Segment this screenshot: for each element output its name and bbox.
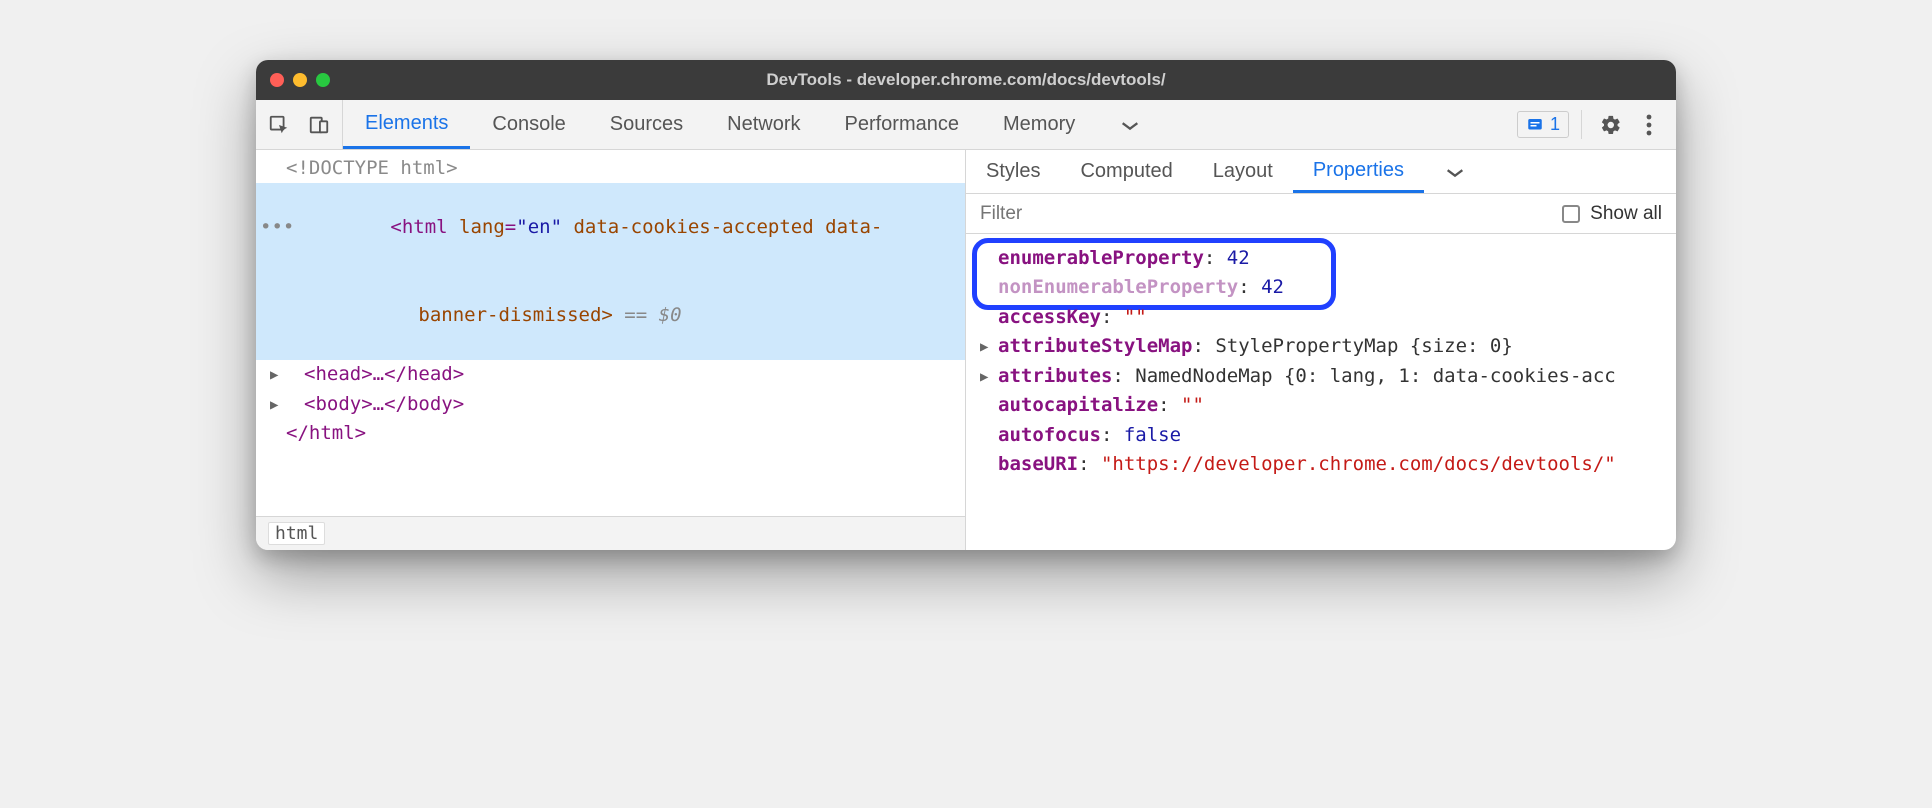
zoom-window-button[interactable] xyxy=(316,73,330,87)
minimize-window-button[interactable] xyxy=(293,73,307,87)
property-name: baseURI xyxy=(998,453,1078,475)
subtab-layout[interactable]: Layout xyxy=(1193,150,1293,193)
tab-memory[interactable]: Memory xyxy=(981,100,1097,149)
tab-network[interactable]: Network xyxy=(705,100,822,149)
property-name: attributes xyxy=(998,365,1112,387)
property-name: nonEnumerableProperty xyxy=(998,276,1238,298)
tab-elements[interactable]: Elements xyxy=(343,100,470,149)
subtab-styles[interactable]: Styles xyxy=(966,150,1060,193)
titlebar: DevTools - developer.chrome.com/docs/dev… xyxy=(256,60,1676,100)
property-name: accessKey xyxy=(998,306,1101,328)
breadcrumb: html xyxy=(256,516,965,550)
property-name: autofocus xyxy=(998,424,1101,446)
property-name: attributeStyleMap xyxy=(998,335,1192,357)
breadcrumb-html[interactable]: html xyxy=(268,522,325,545)
side-panel: Styles Computed Layout Properties Show a… xyxy=(966,150,1676,550)
property-value: StylePropertyMap {size: 0} xyxy=(1215,335,1512,357)
dom-html-open[interactable]: •••<html lang="en" data-cookies-accepted… xyxy=(256,183,965,271)
property-value: "" xyxy=(1181,394,1204,416)
show-all-checkbox[interactable] xyxy=(1562,205,1580,223)
property-value: 42 xyxy=(1261,276,1284,298)
property-name: autocapitalize xyxy=(998,394,1158,416)
subtab-properties[interactable]: Properties xyxy=(1293,150,1424,193)
elements-panel: <!DOCTYPE html> •••<html lang="en" data-… xyxy=(256,150,966,550)
issues-badge[interactable]: 1 xyxy=(1517,111,1569,138)
expand-arrow-icon[interactable]: ▶ xyxy=(270,395,278,417)
property-value: 42 xyxy=(1227,247,1250,269)
property-row[interactable]: baseURI: "https://developer.chrome.com/d… xyxy=(980,450,1676,479)
property-value: NamedNodeMap {0: lang, 1: data-cookies-a… xyxy=(1135,365,1615,387)
expand-arrow-icon[interactable]: ▶ xyxy=(980,337,988,359)
dom-head[interactable]: ▶<head>…</head> xyxy=(256,360,965,389)
property-value: "https://developer.chrome.com/docs/devto… xyxy=(1101,453,1616,475)
dom-doctype[interactable]: <!DOCTYPE html> xyxy=(256,154,965,183)
dom-html-open-cont[interactable]: banner-dismissed> == $0 xyxy=(256,272,965,360)
colon: : xyxy=(1158,394,1181,416)
devtools-window: DevTools - developer.chrome.com/docs/dev… xyxy=(256,60,1676,550)
side-panel-tabs: Styles Computed Layout Properties xyxy=(966,150,1676,194)
tabs-overflow-icon[interactable] xyxy=(1097,100,1163,149)
tab-performance[interactable]: Performance xyxy=(823,100,982,149)
device-toolbar-icon[interactable] xyxy=(302,100,336,149)
panel-tabs: Elements Console Sources Network Perform… xyxy=(343,100,1163,149)
property-value: "" xyxy=(1124,306,1147,328)
dom-tree[interactable]: <!DOCTYPE html> •••<html lang="en" data-… xyxy=(256,150,965,516)
property-row[interactable]: ▶ attributes: NamedNodeMap {0: lang, 1: d… xyxy=(980,362,1676,391)
colon: : xyxy=(1078,453,1101,475)
filter-row: Show all xyxy=(966,194,1676,234)
properties-list[interactable]: enumerableProperty: 42nonEnumerablePrope… xyxy=(966,234,1676,550)
colon: : xyxy=(1204,247,1227,269)
inspect-element-icon[interactable] xyxy=(262,100,296,149)
tab-console[interactable]: Console xyxy=(470,100,587,149)
colon: : xyxy=(1101,424,1124,446)
tab-sources[interactable]: Sources xyxy=(588,100,705,149)
colon: : xyxy=(1112,365,1135,387)
filter-input[interactable] xyxy=(980,203,1552,225)
property-row[interactable]: autofocus: false xyxy=(980,421,1676,450)
divider xyxy=(1581,110,1582,139)
dom-html-close[interactable]: </html> xyxy=(256,419,965,448)
show-all-label: Show all xyxy=(1590,203,1662,225)
dom-body[interactable]: ▶<body>…</body> xyxy=(256,390,965,419)
settings-gear-icon[interactable] xyxy=(1594,100,1628,149)
colon: : xyxy=(1238,276,1261,298)
property-row[interactable]: autocapitalize: "" xyxy=(980,391,1676,420)
property-name: enumerableProperty xyxy=(998,247,1204,269)
subtab-computed[interactable]: Computed xyxy=(1060,150,1192,193)
property-row[interactable]: ▶ attributeStyleMap: StylePropertyMap {si… xyxy=(980,332,1676,361)
more-menu-icon[interactable] xyxy=(1632,100,1666,149)
close-window-button[interactable] xyxy=(270,73,284,87)
ellipsis-icon: ••• xyxy=(260,213,294,242)
property-row[interactable]: enumerableProperty: 42 xyxy=(980,244,1676,273)
subtabs-overflow-icon[interactable] xyxy=(1424,150,1486,193)
content-area: <!DOCTYPE html> •••<html lang="en" data-… xyxy=(256,150,1676,550)
property-row[interactable]: nonEnumerableProperty: 42 xyxy=(980,273,1676,302)
colon: : xyxy=(1192,335,1215,357)
issues-count: 1 xyxy=(1550,114,1560,135)
main-toolbar: Elements Console Sources Network Perform… xyxy=(256,100,1676,150)
expand-arrow-icon[interactable]: ▶ xyxy=(980,367,988,389)
window-title: DevTools - developer.chrome.com/docs/dev… xyxy=(256,70,1676,90)
window-controls xyxy=(270,73,330,87)
property-value: false xyxy=(1124,424,1181,446)
expand-arrow-icon[interactable]: ▶ xyxy=(270,365,278,387)
property-row[interactable]: accessKey: "" xyxy=(980,303,1676,332)
colon: : xyxy=(1101,306,1124,328)
